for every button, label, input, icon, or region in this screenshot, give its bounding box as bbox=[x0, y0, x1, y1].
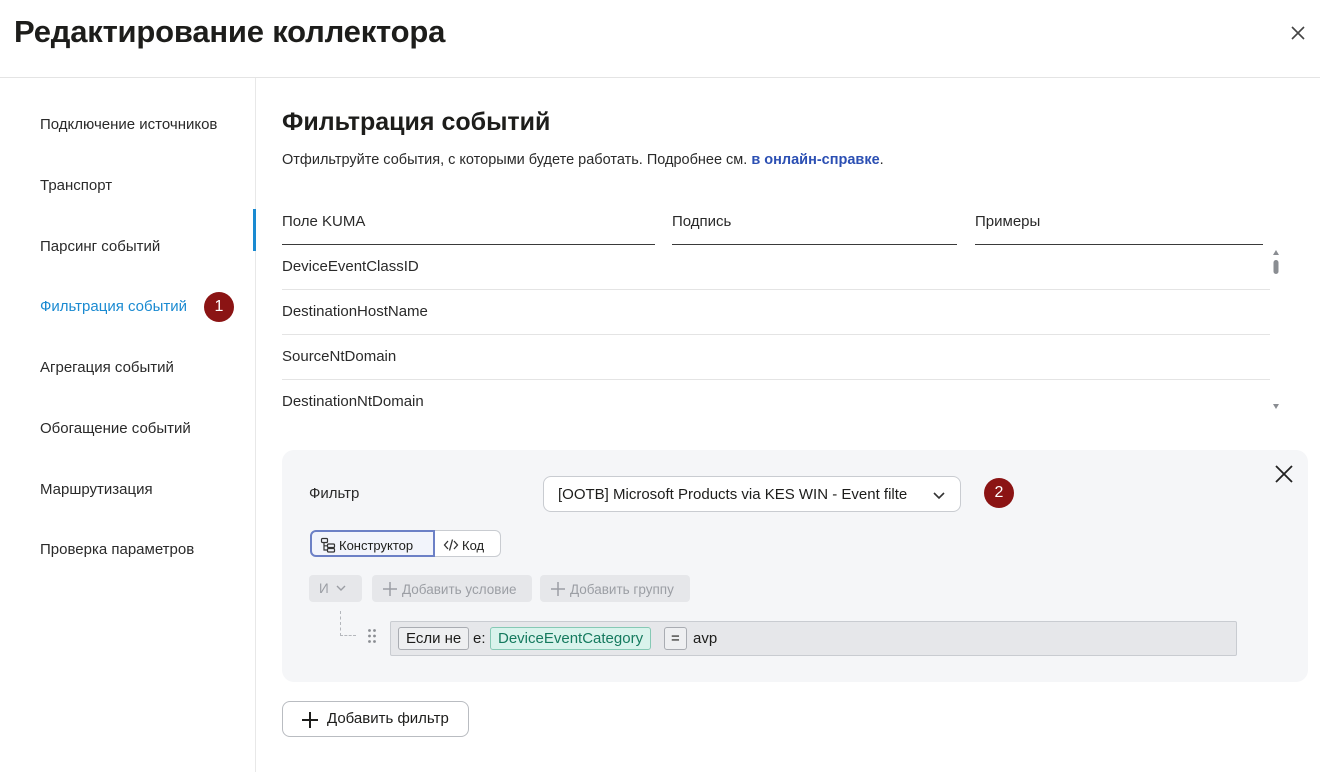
sidebar-item-routing[interactable]: Маршрутизация bbox=[40, 481, 153, 498]
plus-icon bbox=[551, 582, 565, 596]
table-scrollbar[interactable] bbox=[1270, 247, 1282, 412]
column-header-examples[interactable]: Примеры bbox=[975, 213, 1263, 245]
add-group-button[interactable]: Добавить группу bbox=[540, 575, 690, 602]
table-row[interactable]: SourceNtDomain bbox=[282, 335, 1270, 380]
filter-select-value: [OOTB] Microsoft Products via KES WIN - … bbox=[558, 486, 908, 503]
sidebar-item-parsing[interactable]: Парсинг событий bbox=[40, 238, 160, 255]
tree-connector bbox=[340, 611, 356, 636]
plus-icon bbox=[302, 712, 318, 728]
table-row[interactable]: DeviceEventClassID bbox=[282, 245, 1270, 290]
tab-constructor[interactable]: Конструктор bbox=[310, 530, 435, 557]
negation-token[interactable]: Если не bbox=[398, 627, 470, 650]
step-badge-2: 2 bbox=[984, 478, 1014, 508]
tree-icon bbox=[320, 537, 336, 553]
field-token[interactable]: DeviceEventCategory bbox=[490, 627, 652, 650]
chevron-down-icon bbox=[336, 585, 346, 591]
close-icon[interactable] bbox=[1287, 22, 1309, 44]
code-icon bbox=[443, 539, 459, 551]
chevron-down-icon bbox=[933, 492, 945, 500]
table-row[interactable]: DestinationNtDomain bbox=[282, 380, 1270, 425]
column-header-label[interactable]: Подпись bbox=[672, 213, 957, 245]
sidebar-item-validation[interactable]: Проверка параметров bbox=[40, 541, 194, 558]
dialog-header: Редактирование коллектора bbox=[0, 0, 1320, 78]
step-badge-1: 1 bbox=[204, 292, 234, 322]
sidebar-item-filtering[interactable]: Фильтрация событий bbox=[40, 298, 187, 315]
table-row[interactable]: DestinationHostName bbox=[282, 290, 1270, 335]
plus-icon bbox=[383, 582, 397, 596]
sidebar-item-enrichment[interactable]: Обогащение событий bbox=[40, 420, 191, 437]
operator-token[interactable]: = bbox=[664, 627, 687, 650]
filter-label: Фильтр bbox=[309, 485, 360, 502]
tab-code[interactable]: Код bbox=[435, 530, 501, 557]
sidebar-item-aggregation[interactable]: Агрегация событий bbox=[40, 359, 174, 376]
logic-operator-select[interactable]: И bbox=[309, 575, 362, 602]
filter-select[interactable]: [OOTB] Microsoft Products via KES WIN - … bbox=[543, 476, 961, 512]
event-prefix: e: bbox=[473, 630, 486, 647]
condition-value[interactable]: avp bbox=[689, 627, 721, 650]
column-header-kuma-field[interactable]: Поле KUMA bbox=[282, 213, 655, 245]
section-title: Фильтрация событий bbox=[282, 108, 551, 136]
help-link[interactable]: в онлайн-справке bbox=[751, 152, 879, 168]
add-condition-button[interactable]: Добавить условие bbox=[372, 575, 532, 602]
drag-handle-icon[interactable] bbox=[367, 628, 377, 644]
add-filter-button[interactable]: Добавить фильтр bbox=[282, 701, 469, 737]
dialog-title: Редактирование коллектора bbox=[14, 14, 446, 49]
section-description: Отфильтруйте события, с которыми будете … bbox=[282, 152, 884, 168]
sidebar-item-transport[interactable]: Транспорт bbox=[40, 177, 112, 194]
active-indicator bbox=[253, 209, 256, 251]
remove-filter-icon[interactable] bbox=[1274, 464, 1294, 484]
sidebar-item-sources[interactable]: Подключение источников bbox=[40, 116, 217, 133]
